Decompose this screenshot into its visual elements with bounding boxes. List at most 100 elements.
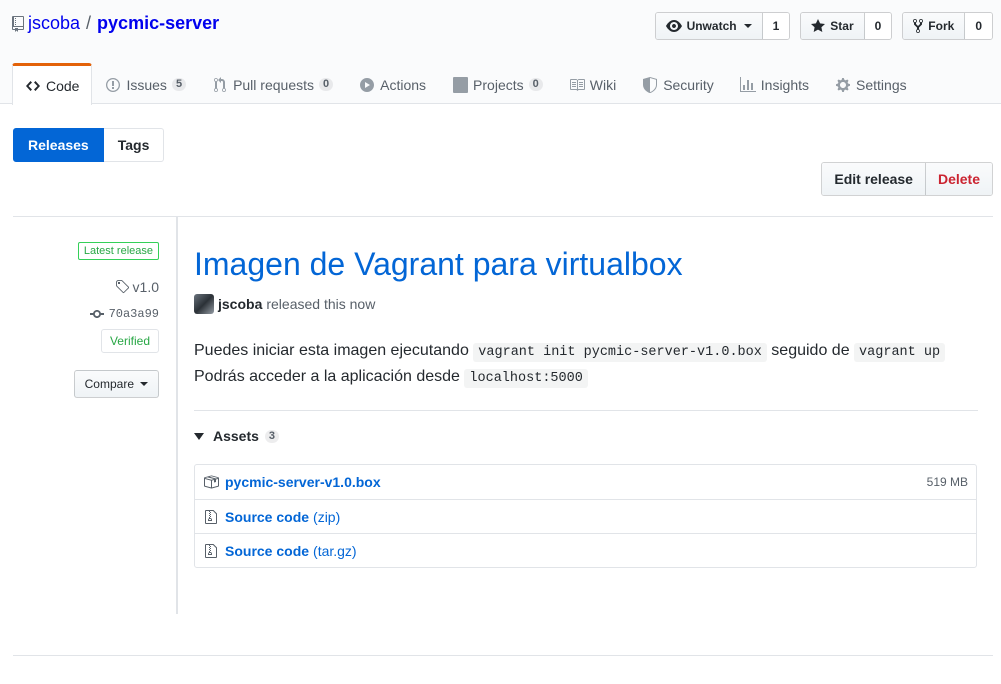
tab-projects-label: Projects bbox=[473, 76, 524, 93]
repo-header: jscoba / pycmic-server Unwatch 1 Star 0 … bbox=[0, 0, 1001, 105]
repo-separator: / bbox=[86, 13, 92, 33]
commit-link[interactable]: 70a3a99 bbox=[89, 306, 159, 322]
commit-sha: 70a3a99 bbox=[108, 307, 159, 321]
star-button[interactable]: Star bbox=[801, 13, 865, 39]
star-group: Star 0 bbox=[800, 12, 893, 40]
shield-icon bbox=[642, 76, 658, 93]
gear-icon bbox=[835, 77, 851, 93]
avatar[interactable] bbox=[194, 294, 214, 314]
asset-size: 519 MB bbox=[926, 475, 968, 489]
delete-release-button[interactable]: Delete bbox=[925, 163, 992, 195]
tab-security[interactable]: Security bbox=[629, 63, 727, 104]
list-item: Source code (zip) bbox=[195, 499, 976, 533]
tab-pull-requests-label: Pull requests bbox=[233, 76, 314, 93]
asset-link[interactable]: pycmic-server-v1.0.box bbox=[225, 474, 381, 490]
tab-issues[interactable]: Issues 5 bbox=[92, 63, 199, 104]
tab-actions[interactable]: Actions bbox=[346, 63, 439, 104]
release-notes: Puedes iniciar esta imagen ejecutando va… bbox=[194, 339, 984, 391]
graph-icon bbox=[739, 76, 756, 93]
release-title[interactable]: Imagen de Vagrant para virtualbox bbox=[194, 246, 683, 283]
projects-counter: 0 bbox=[528, 78, 543, 91]
release-notes-text: seguido de bbox=[771, 342, 850, 359]
assets-counter: 3 bbox=[264, 429, 280, 443]
tab-insights-label: Insights bbox=[760, 76, 810, 93]
release-notes-line-2: Podrás acceder a la aplicación desde loc… bbox=[194, 365, 984, 391]
release-actions: Edit release Delete bbox=[821, 162, 993, 196]
file-zip-icon bbox=[203, 543, 219, 559]
package-icon bbox=[203, 474, 219, 490]
tab-actions-label: Actions bbox=[380, 76, 427, 93]
released-text: released this now bbox=[266, 296, 376, 312]
asset-link[interactable]: Source code bbox=[225, 509, 309, 525]
release-tag-link[interactable]: v1.0 bbox=[115, 279, 159, 295]
tab-issues-label: Issues bbox=[126, 76, 167, 93]
tab-code[interactable]: Code bbox=[12, 63, 93, 105]
asset-format[interactable]: (zip) bbox=[313, 509, 340, 525]
tab-security-label: Security bbox=[663, 76, 714, 93]
tab-wiki-label: Wiki bbox=[589, 76, 617, 93]
forks-count[interactable]: 0 bbox=[965, 13, 992, 39]
releases-subnav: Releases Tags bbox=[13, 128, 165, 162]
tab-settings[interactable]: Settings bbox=[822, 63, 920, 104]
repo-title: jscoba / pycmic-server bbox=[12, 13, 219, 34]
fork-icon bbox=[913, 18, 924, 34]
list-item: pycmic-server-v1.0.box 519 MB bbox=[195, 465, 976, 499]
star-label: Star bbox=[830, 19, 854, 33]
release-notes-text: Puedes iniciar esta imagen ejecutando bbox=[194, 342, 469, 359]
repo-owner-link[interactable]: jscoba bbox=[28, 13, 80, 34]
code-icon bbox=[25, 78, 41, 94]
code-snippet: localhost:5000 bbox=[464, 369, 588, 388]
pagehead-actions: Unwatch 1 Star 0 Fork 0 bbox=[654, 12, 993, 40]
chevron-down-icon bbox=[743, 24, 752, 28]
fork-group: Fork 0 bbox=[902, 12, 993, 40]
assets-toggle[interactable]: Assets 3 bbox=[194, 428, 280, 444]
asset-link[interactable]: Source code bbox=[225, 543, 309, 559]
tag-icon bbox=[115, 280, 129, 294]
asset-format[interactable]: (tar.gz) bbox=[313, 543, 357, 559]
project-icon bbox=[452, 76, 468, 93]
star-icon bbox=[811, 19, 826, 32]
author-link[interactable]: jscoba bbox=[218, 296, 262, 312]
tab-settings-label: Settings bbox=[856, 76, 907, 93]
repo-nav: Code Issues 5 Pull requests 0 Actions Pr… bbox=[12, 63, 920, 105]
tab-code-label: Code bbox=[46, 77, 80, 94]
play-icon bbox=[359, 77, 375, 93]
release-tag-label: v1.0 bbox=[132, 279, 159, 295]
tab-wiki[interactable]: Wiki bbox=[556, 63, 629, 104]
list-item: Source code (tar.gz) bbox=[195, 533, 976, 567]
watchers-count[interactable]: 1 bbox=[762, 13, 790, 39]
release-notes-line-1: Puedes iniciar esta imagen ejecutando va… bbox=[194, 339, 984, 365]
repo-icon bbox=[12, 15, 24, 32]
tags-tab[interactable]: Tags bbox=[103, 128, 165, 162]
divider bbox=[194, 410, 978, 411]
tab-projects[interactable]: Projects 0 bbox=[439, 63, 556, 104]
divider bbox=[13, 655, 993, 656]
triangle-down-icon bbox=[194, 432, 204, 440]
tab-insights[interactable]: Insights bbox=[727, 63, 822, 104]
latest-release-badge: Latest release bbox=[77, 242, 159, 260]
issue-icon bbox=[105, 77, 121, 93]
book-icon bbox=[569, 77, 585, 93]
edit-release-button[interactable]: Edit release bbox=[822, 163, 926, 195]
issues-counter: 5 bbox=[171, 78, 187, 91]
repo-name-link[interactable]: pycmic-server bbox=[97, 13, 219, 34]
release-notes-text: Podrás acceder a la aplicación desde bbox=[194, 368, 460, 385]
assets-list: pycmic-server-v1.0.box 519 MB Source cod… bbox=[194, 464, 977, 568]
stars-count[interactable]: 0 bbox=[864, 13, 892, 39]
tab-pull-requests[interactable]: Pull requests 0 bbox=[199, 63, 346, 104]
file-zip-icon bbox=[203, 509, 219, 525]
compare-label: Compare bbox=[84, 377, 134, 391]
fork-button[interactable]: Fork bbox=[903, 13, 966, 39]
fork-label: Fork bbox=[928, 19, 955, 33]
unwatch-button[interactable]: Unwatch bbox=[655, 13, 763, 39]
verified-badge[interactable]: Verified bbox=[100, 329, 159, 353]
release-author-line: jscoba released this now bbox=[194, 294, 375, 314]
compare-button[interactable]: Compare bbox=[73, 370, 159, 398]
watch-group: Unwatch 1 bbox=[654, 12, 791, 40]
unwatch-label: Unwatch bbox=[686, 19, 737, 33]
releases-tab[interactable]: Releases bbox=[13, 128, 104, 162]
code-snippet: vagrant init pycmic-server-v1.0.box bbox=[473, 343, 767, 362]
pull-request-icon bbox=[212, 76, 228, 93]
commit-icon bbox=[89, 310, 104, 318]
code-snippet: vagrant up bbox=[854, 343, 946, 362]
